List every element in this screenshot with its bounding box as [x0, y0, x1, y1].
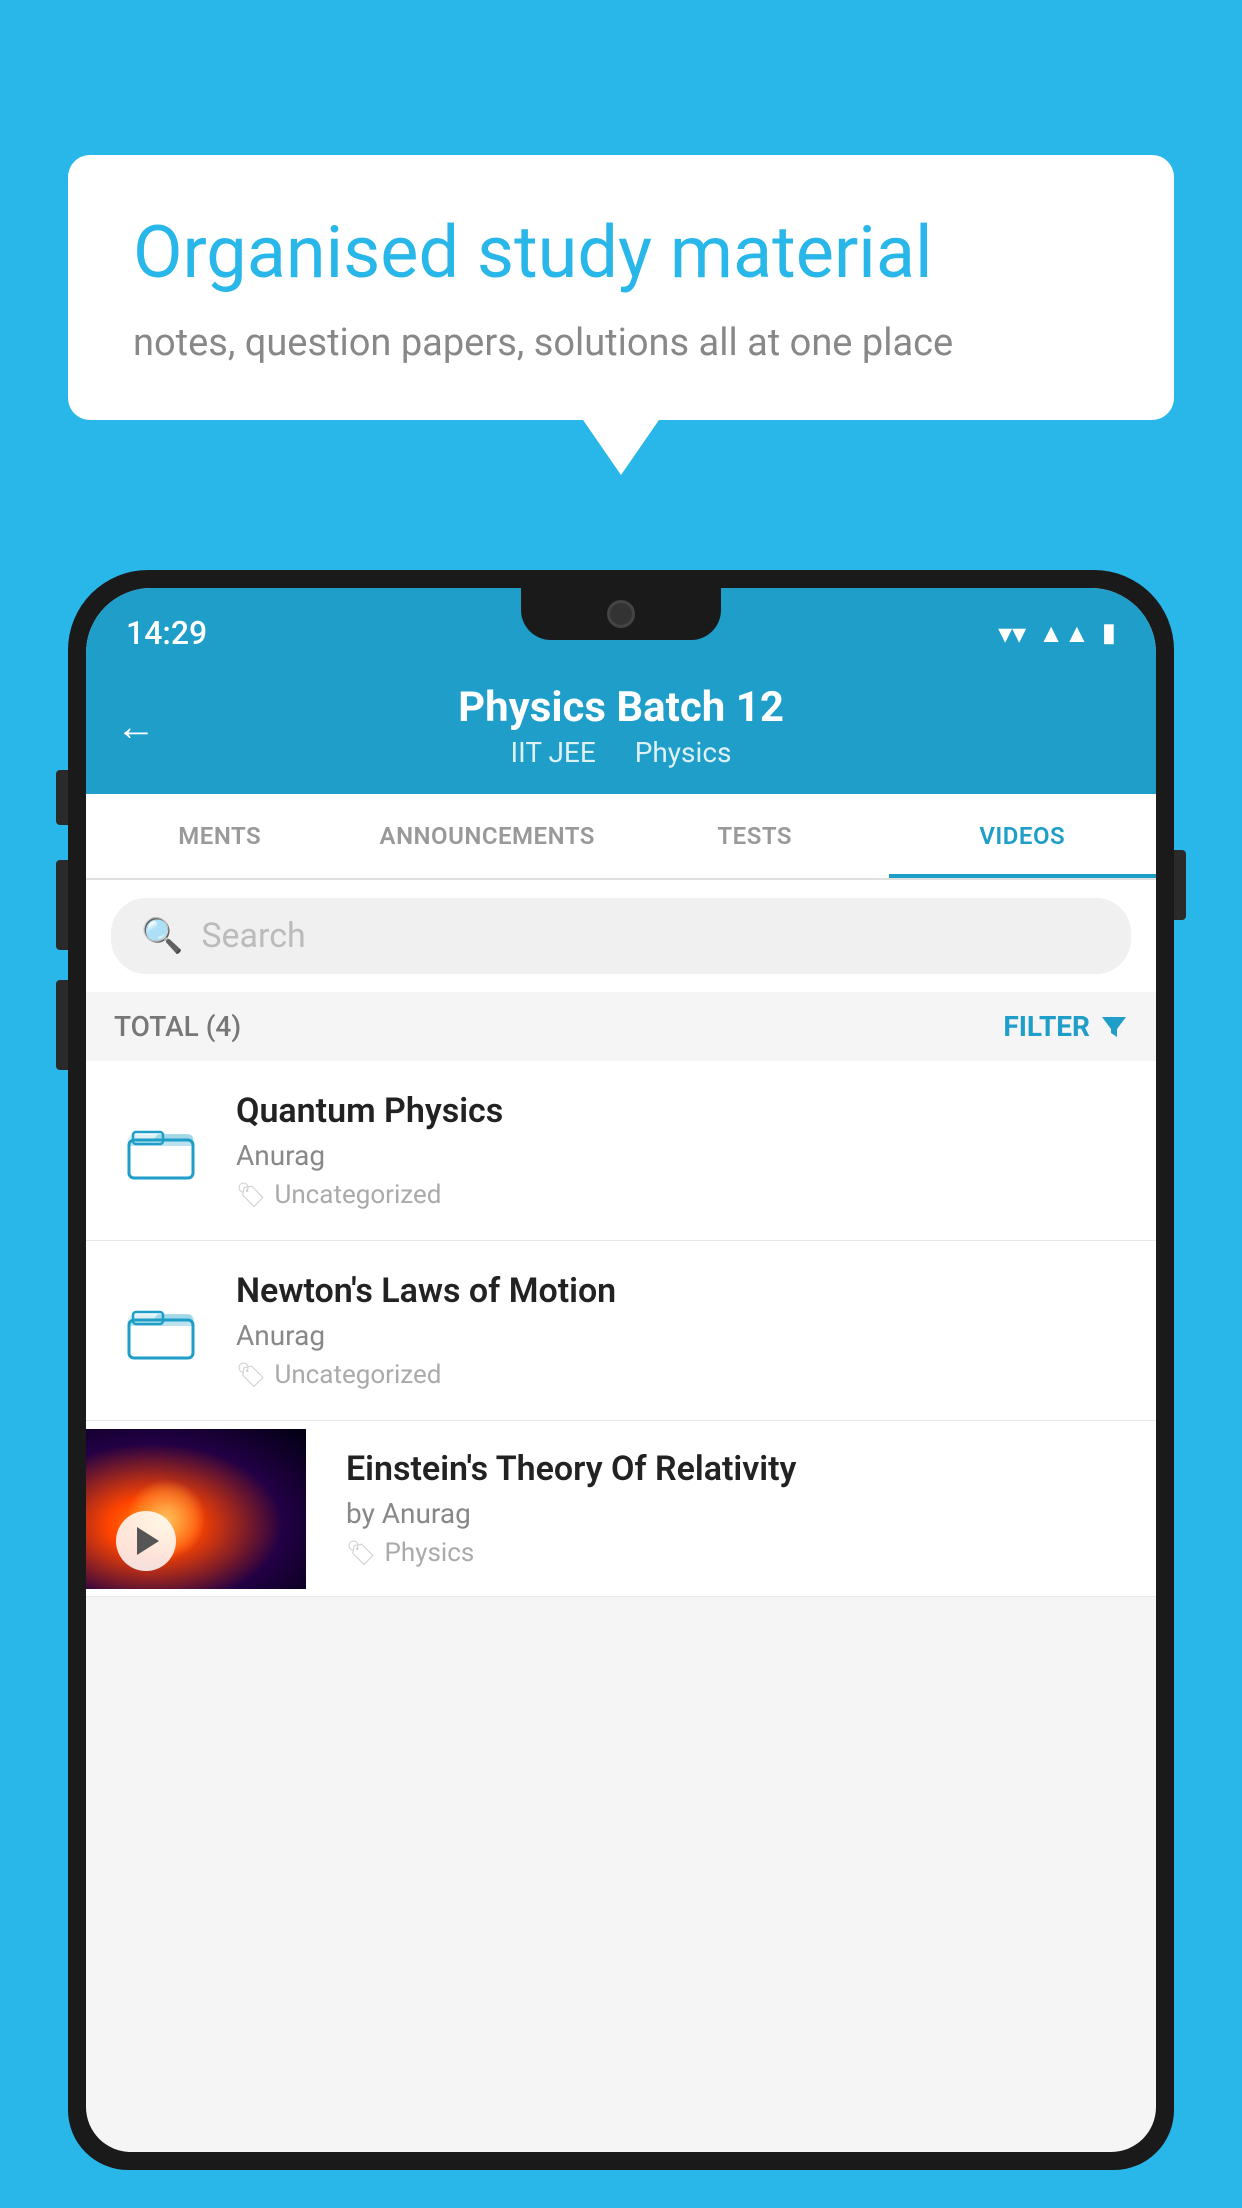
item-author: Anurag — [236, 1319, 1131, 1352]
status-icons: ▾▾ ▲▲ ▮ — [998, 617, 1116, 650]
item-author: Anurag — [236, 1139, 1131, 1172]
header-center: Physics Batch 12 IIT JEE Physics — [458, 683, 784, 769]
item-tag: 🏷 Uncategorized — [236, 1360, 1131, 1390]
back-button[interactable]: ← — [116, 703, 156, 750]
folder-icon-wrap — [111, 1298, 211, 1363]
header-title: Physics Batch 12 — [458, 683, 784, 732]
tabs-bar: MENTS ANNOUNCEMENTS TESTS VIDEOS — [86, 794, 1156, 880]
filter-funnel-icon — [1100, 1013, 1128, 1041]
tab-tests[interactable]: TESTS — [621, 794, 889, 878]
tab-announcements[interactable]: ANNOUNCEMENTS — [354, 794, 622, 878]
list-item[interactable]: Quantum Physics Anurag 🏷 Uncategorized — [86, 1061, 1156, 1241]
tab-ments[interactable]: MENTS — [86, 794, 354, 878]
list-item[interactable]: Newton's Laws of Motion Anurag 🏷 Uncateg… — [86, 1241, 1156, 1421]
phone-mockup: 14:29 ▾▾ ▲▲ ▮ ← Physics Batch 12 IIT JEE… — [68, 570, 1174, 2208]
signal-icon: ▲▲ — [1038, 618, 1089, 649]
search-placeholder: Search — [201, 916, 305, 956]
filter-label: FILTER — [1003, 1010, 1090, 1043]
tag-icon: 🏷 — [236, 1361, 266, 1389]
item-info: Einstein's Theory Of Relativity by Anura… — [331, 1421, 1156, 1596]
tag-label: Physics — [384, 1538, 474, 1568]
video-thumbnail — [86, 1429, 306, 1589]
video-list: Quantum Physics Anurag 🏷 Uncategorized — [86, 1061, 1156, 1597]
search-container: 🔍 Search — [86, 880, 1156, 992]
speech-bubble: Organised study material notes, question… — [68, 155, 1174, 420]
item-info: Newton's Laws of Motion Anurag 🏷 Uncateg… — [236, 1271, 1131, 1390]
item-title: Quantum Physics — [236, 1091, 1131, 1131]
front-camera — [607, 600, 635, 628]
wifi-icon: ▾▾ — [998, 617, 1026, 650]
phone-notch — [521, 588, 721, 640]
tag-icon: 🏷 — [236, 1181, 266, 1209]
play-triangle-icon — [137, 1527, 159, 1555]
item-tag: 🏷 Uncategorized — [236, 1180, 1131, 1210]
filter-bar: TOTAL (4) FILTER — [86, 992, 1156, 1061]
header-subtitle-1: IIT JEE — [511, 736, 596, 769]
total-count: TOTAL (4) — [114, 1010, 241, 1043]
item-author: by Anurag — [346, 1497, 1136, 1530]
search-icon: 🔍 — [141, 916, 183, 956]
item-info: Quantum Physics Anurag 🏷 Uncategorized — [236, 1091, 1131, 1210]
tag-label: Uncategorized — [274, 1180, 441, 1210]
phone-outer: 14:29 ▾▾ ▲▲ ▮ ← Physics Batch 12 IIT JEE… — [68, 570, 1174, 2170]
folder-icon-wrap — [111, 1118, 211, 1183]
volume-up-button — [56, 860, 68, 950]
power-button — [1174, 850, 1186, 920]
folder-icon — [125, 1118, 197, 1183]
filter-button[interactable]: FILTER — [1003, 1010, 1128, 1043]
status-time: 14:29 — [126, 614, 207, 652]
bubble-title: Organised study material — [133, 210, 1109, 296]
tab-videos[interactable]: VIDEOS — [889, 794, 1157, 878]
volume-down-button — [56, 980, 68, 1070]
folder-icon — [125, 1298, 197, 1363]
bubble-subtitle: notes, question papers, solutions all at… — [133, 321, 1109, 365]
header-subtitle: IIT JEE Physics — [458, 736, 784, 769]
item-title: Newton's Laws of Motion — [236, 1271, 1131, 1311]
app-header: ← Physics Batch 12 IIT JEE Physics — [86, 663, 1156, 794]
speech-bubble-section: Organised study material notes, question… — [68, 155, 1174, 420]
phone-screen: 14:29 ▾▾ ▲▲ ▮ ← Physics Batch 12 IIT JEE… — [86, 588, 1156, 2152]
tag-icon: 🏷 — [346, 1539, 376, 1567]
play-button[interactable] — [116, 1511, 176, 1571]
header-subtitle-2: Physics — [635, 736, 732, 769]
tag-label: Uncategorized — [274, 1360, 441, 1390]
search-bar[interactable]: 🔍 Search — [111, 898, 1131, 974]
list-item[interactable]: Einstein's Theory Of Relativity by Anura… — [86, 1421, 1156, 1597]
battery-icon: ▮ — [1102, 618, 1116, 648]
item-title: Einstein's Theory Of Relativity — [346, 1449, 1136, 1489]
mute-button — [56, 770, 68, 825]
item-tag: 🏷 Physics — [346, 1538, 1136, 1568]
